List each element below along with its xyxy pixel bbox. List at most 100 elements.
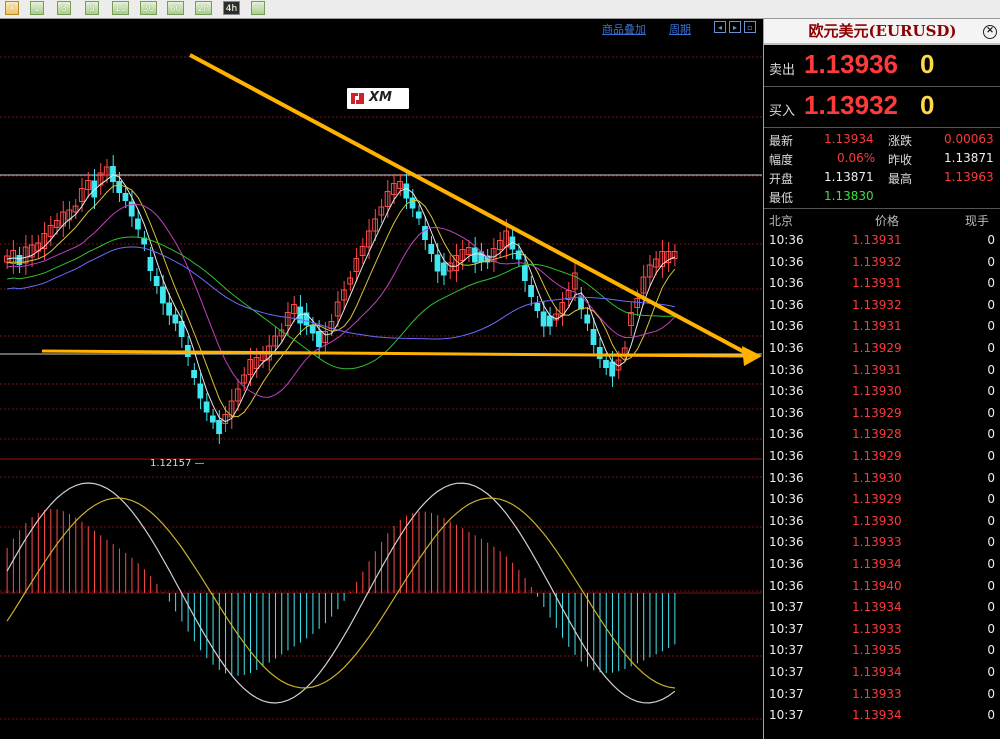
timeframe-button-0[interactable]: ✕ [5, 1, 19, 15]
tick-row: 10:36 1.13931 0 [764, 233, 1000, 254]
tick-volume: 0 [987, 405, 995, 420]
timeframe-button-2[interactable]: 3 [57, 1, 71, 15]
tick-volume: 0 [987, 578, 995, 593]
scroll-left-icon[interactable]: ◂ [714, 21, 726, 33]
tick-volume: 0 [987, 449, 995, 463]
tick-volume: 0 [987, 427, 995, 442]
candle-body [166, 302, 173, 316]
prev-close-label: 昨收 [888, 153, 913, 167]
tick-price: 1.13933 [852, 535, 902, 550]
tick-time: 10:36 [769, 297, 804, 312]
candle-body [122, 193, 129, 201]
tick-volume: 0 [987, 254, 995, 269]
xm-logo-mark-icon [350, 91, 365, 106]
tick-volume: 0 [987, 600, 995, 615]
tick-row: 10:36 1.13930 0 [764, 471, 1000, 492]
tick-time: 10:36 [769, 254, 804, 269]
timeframe-button-5[interactable]: 30 [140, 1, 157, 15]
candle-body [609, 361, 616, 377]
ticks-price-header: 价格 [875, 214, 900, 228]
symbol-title-text: 欧元美元(EURUSD) [808, 22, 957, 40]
prev-close-value: 1.13871 [944, 151, 994, 165]
candle-body [440, 262, 447, 276]
tick-time: 10:36 [769, 492, 804, 507]
symbol-title: 欧元美元(EURUSD) ✕ [764, 19, 1000, 45]
tick-row: 10:36 1.13940 0 [764, 579, 1000, 600]
open-label: 开盘 [769, 172, 794, 186]
tick-time: 10:37 [769, 665, 804, 679]
tick-row: 10:36 1.13931 0 [764, 276, 1000, 297]
tick-time: 10:37 [769, 686, 804, 701]
candle-body [316, 331, 322, 347]
sell-quote-row[interactable]: 卖出 1.13936 0 [764, 46, 1000, 87]
candle-body [578, 296, 584, 310]
tick-volume: 0 [987, 319, 995, 334]
timeframe-button-8[interactable]: 4h [223, 1, 240, 15]
close-icon[interactable]: ✕ [983, 25, 997, 39]
candle-body [116, 181, 123, 193]
tick-price: 1.13934 [852, 557, 902, 571]
tick-row: 10:36 1.13929 0 [764, 492, 1000, 513]
candle-body [528, 285, 534, 297]
tick-volume: 0 [987, 643, 995, 658]
tick-volume: 0 [987, 297, 995, 312]
candle-body [596, 347, 603, 359]
latest-value: 1.13934 [824, 132, 874, 146]
candle-body [415, 211, 422, 219]
timeframe-button-1[interactable]: 1 [30, 1, 44, 15]
timeframe-button-9[interactable]: Y [251, 1, 265, 15]
candle-body [590, 329, 597, 345]
chart-area[interactable]: XM 1.12157 — [0, 19, 762, 739]
price-chart[interactable] [0, 19, 762, 739]
ticks-time-header: 北京 [769, 214, 794, 228]
tick-price: 1.13934 [852, 600, 902, 615]
tick-row: 10:37 1.13934 0 [764, 708, 1000, 729]
cycle-link[interactable]: 周期 [669, 21, 691, 37]
tick-volume: 0 [987, 708, 995, 723]
tick-volume: 0 [987, 557, 995, 571]
tick-price: 1.13929 [852, 449, 902, 463]
candle-body [110, 166, 116, 182]
tick-volume: 0 [987, 384, 995, 399]
candle-body [540, 311, 547, 327]
tick-volume: 0 [987, 233, 995, 247]
tick-time: 10:36 [769, 276, 804, 291]
change-value: 0.00063 [944, 132, 994, 146]
tick-row: 10:36 1.13932 0 [764, 255, 1000, 276]
sell-label: 卖出 [769, 63, 796, 78]
period-low-value: 1.12157 [150, 458, 192, 469]
tick-price: 1.13930 [852, 384, 902, 399]
timeframe-button-3[interactable]: 5 [85, 1, 99, 15]
timeframe-button-6[interactable]: 60 [167, 1, 184, 15]
candle-body [603, 360, 609, 368]
tick-price: 1.13933 [852, 686, 902, 701]
scroll-right-icon[interactable]: ▸ [729, 21, 741, 33]
candle-body [153, 276, 160, 286]
tick-time: 10:36 [769, 513, 804, 528]
buy-quote-row[interactable]: 买入 1.13932 0 [764, 87, 1000, 128]
zoom-icon[interactable]: ▫ [744, 21, 756, 33]
timeframe-button-7[interactable]: 2h [195, 1, 212, 15]
tick-price: 1.13933 [852, 621, 902, 636]
tick-volume: 0 [987, 276, 995, 291]
tick-row: 10:36 1.13934 0 [764, 557, 1000, 578]
high-label: 最高 [888, 172, 913, 186]
buy-label: 买入 [769, 104, 796, 119]
tick-time: 10:36 [769, 470, 804, 485]
timeframe-button-4[interactable]: 15 [112, 1, 129, 15]
tick-volume: 0 [987, 341, 995, 355]
ticks-volume-header: 现手 [965, 214, 990, 228]
candle-body [147, 257, 154, 271]
tick-time: 10:36 [769, 362, 804, 377]
tick-price: 1.13931 [852, 362, 902, 377]
candle-body [135, 218, 141, 230]
descending-trendline [189, 53, 749, 356]
arrowhead-icon [742, 346, 762, 366]
tick-time: 10:36 [769, 319, 804, 334]
overlay-symbol-link[interactable]: 商品叠加 [602, 21, 646, 37]
tick-price: 1.13928 [852, 427, 902, 442]
tick-row: 10:36 1.13930 0 [764, 384, 1000, 405]
tick-row: 10:37 1.13934 0 [764, 600, 1000, 621]
tick-row: 10:36 1.13930 0 [764, 514, 1000, 535]
tick-row: 10:36 1.13929 0 [764, 341, 1000, 362]
